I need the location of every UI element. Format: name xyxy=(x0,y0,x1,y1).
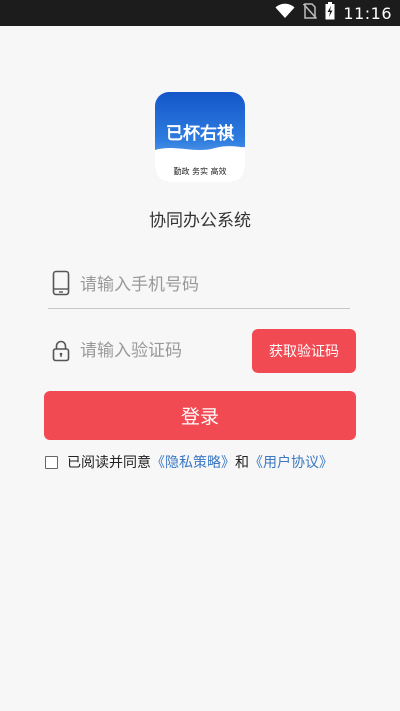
privacy-policy-link[interactable]: 《隐私策略》 xyxy=(151,452,235,472)
no-sim-icon xyxy=(303,3,318,23)
phone-icon xyxy=(52,270,70,300)
login-button[interactable]: 登录 xyxy=(44,391,356,440)
user-agreement-link[interactable]: 《用户协议》 xyxy=(249,452,333,472)
logo-text: 已杯右祺 xyxy=(166,123,234,144)
get-code-button[interactable]: 获取验证码 xyxy=(252,329,356,373)
phone-input[interactable] xyxy=(78,268,342,302)
status-icons: 11:16 xyxy=(275,0,392,26)
verification-code-input[interactable] xyxy=(78,334,242,368)
agreement-row: 已阅读并同意 《隐私策略》 和 《用户协议》 xyxy=(45,452,333,472)
code-field-row xyxy=(48,330,248,372)
wifi-icon xyxy=(275,3,295,23)
app-title: 协同办公系统 xyxy=(149,211,251,231)
app-logo: 已杯右祺 勤政 务实 高效 xyxy=(155,92,245,182)
agreement-and: 和 xyxy=(235,455,249,471)
agreement-prefix: 已阅读并同意 xyxy=(67,455,151,471)
battery-charging-icon xyxy=(325,2,335,24)
logo-subtext: 勤政 务实 高效 xyxy=(173,166,226,176)
phone-field-row xyxy=(48,262,350,309)
lock-icon xyxy=(52,340,70,366)
status-bar: 11:16 xyxy=(0,0,400,26)
agreement-checkbox[interactable] xyxy=(45,455,58,469)
status-time: 11:16 xyxy=(343,3,392,23)
